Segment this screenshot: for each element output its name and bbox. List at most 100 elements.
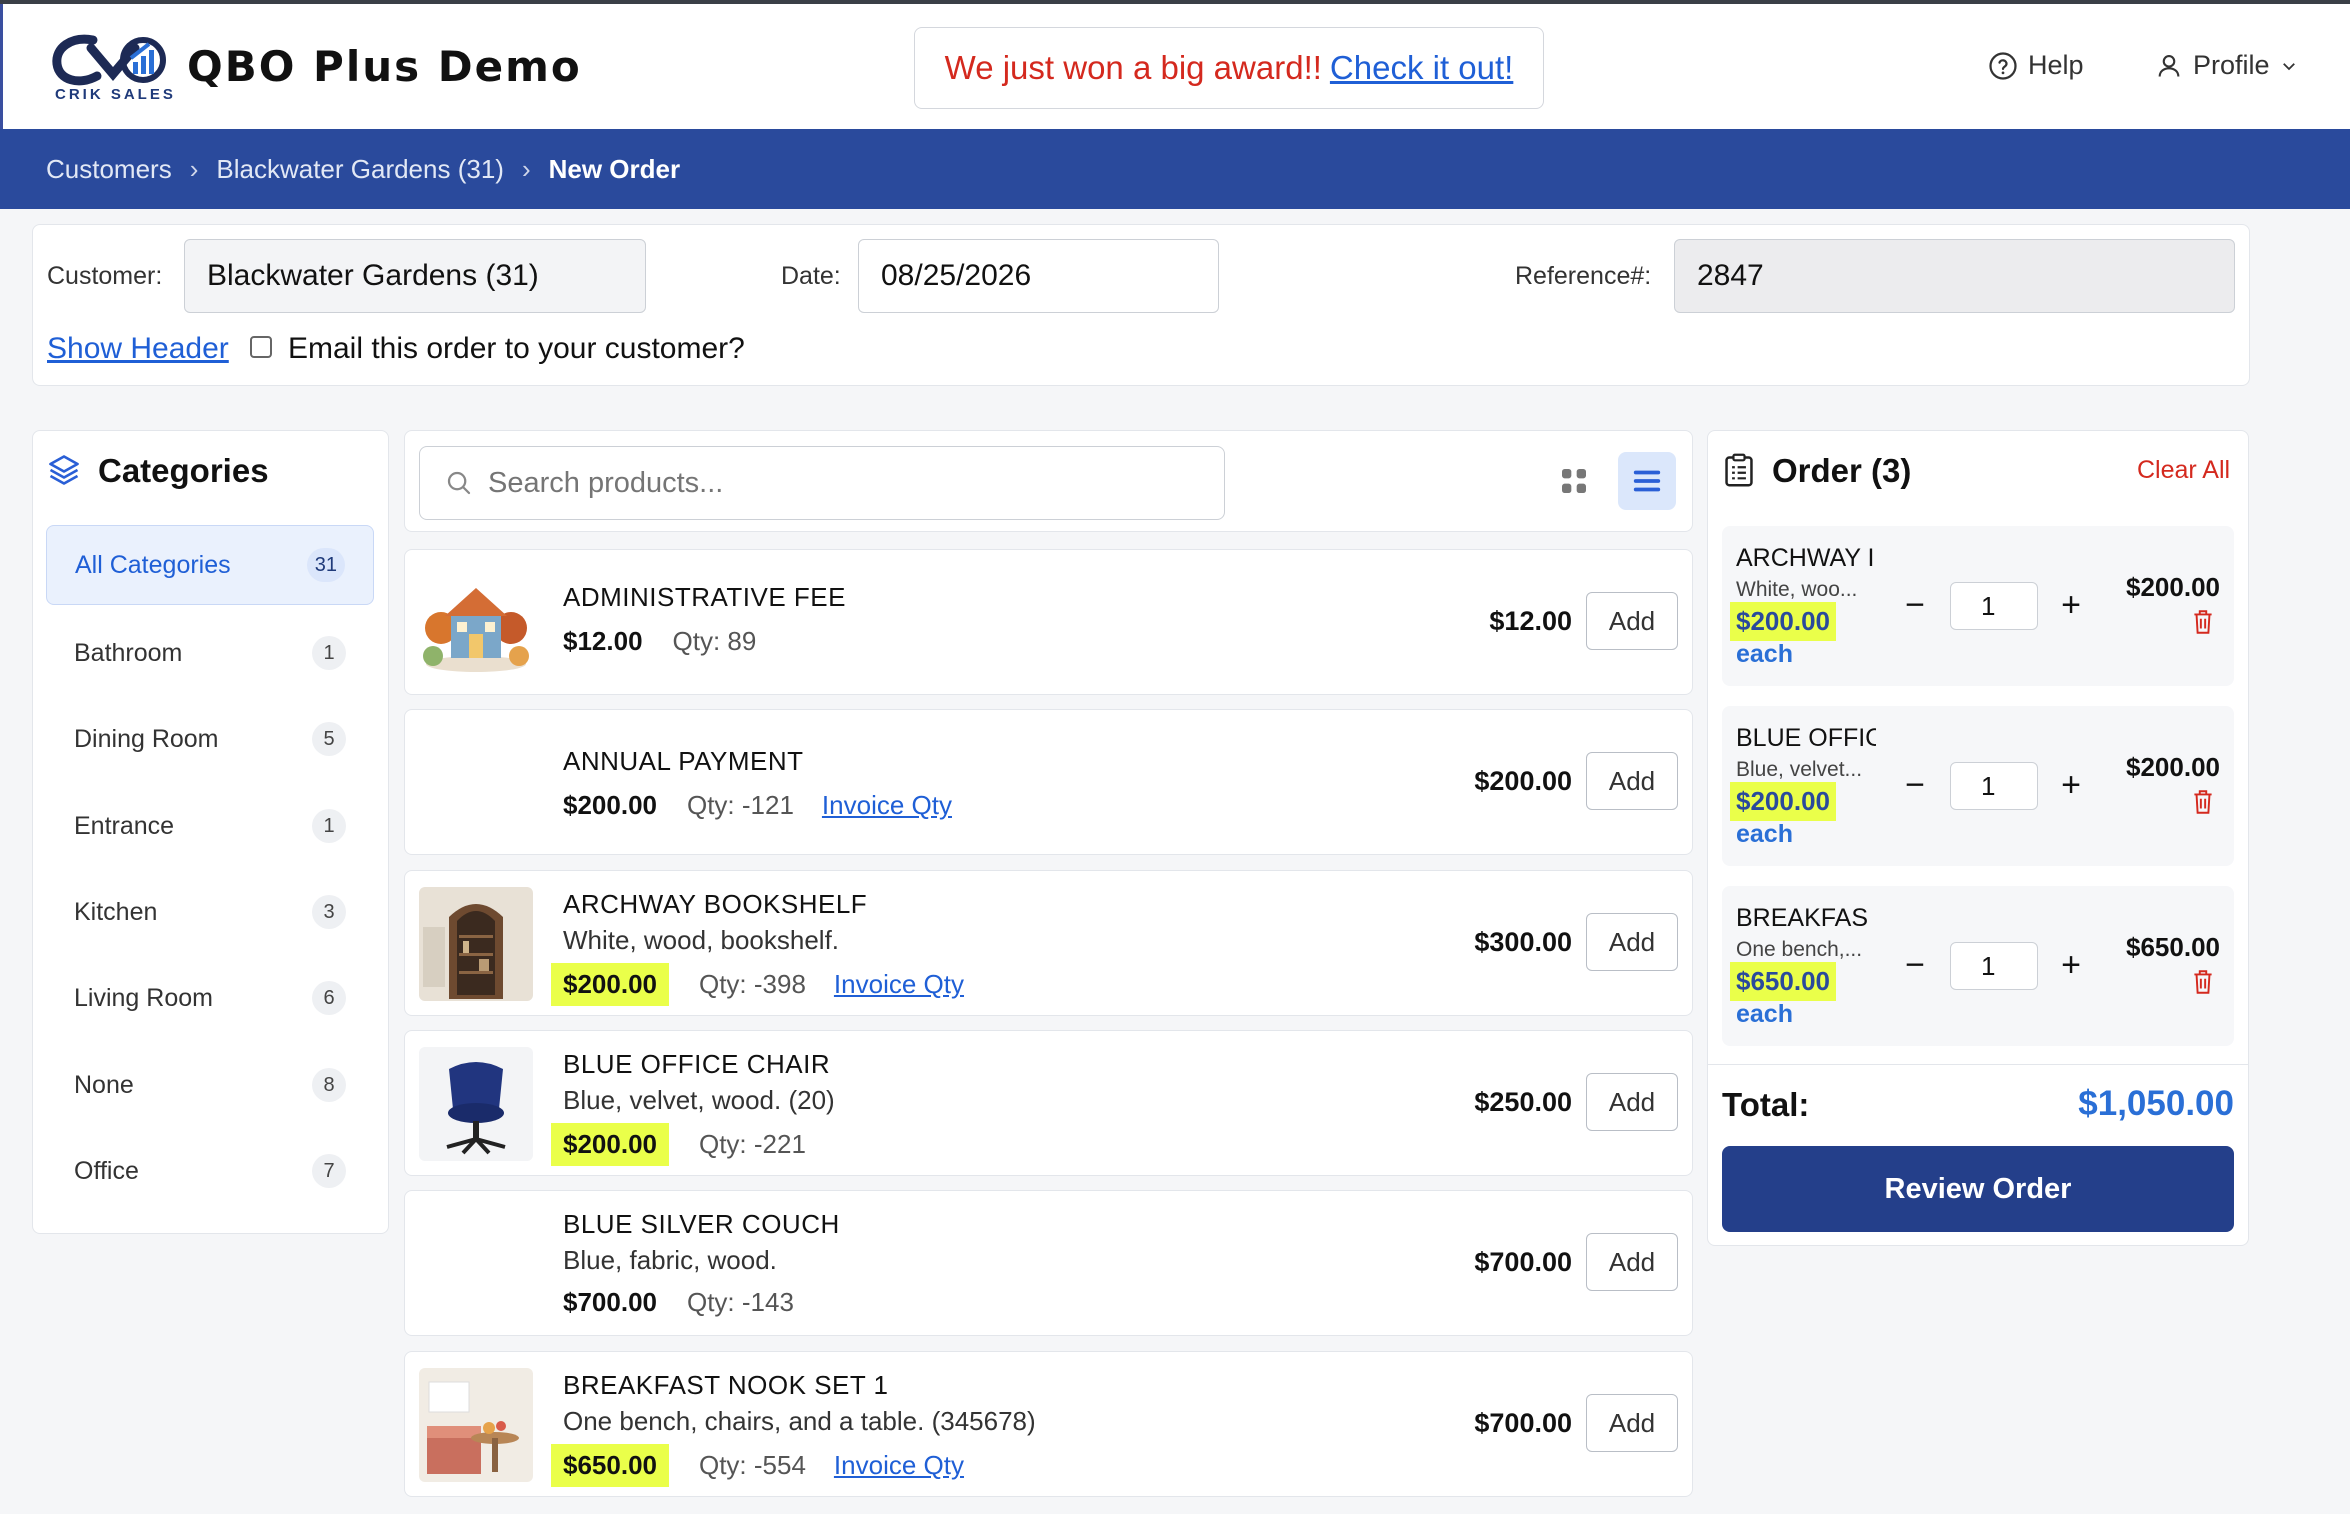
- product-description: Blue, velvet, wood. (20): [563, 1085, 835, 1115]
- order-item-price: $200.00: [1730, 602, 1836, 641]
- increase-qty-button[interactable]: +: [2056, 766, 2086, 805]
- order-item-total: $650.00: [2126, 932, 2220, 962]
- add-button[interactable]: Add: [1586, 592, 1678, 650]
- product-list-price: $700.00: [1474, 1408, 1572, 1438]
- breadcrumb-customers[interactable]: Customers: [46, 154, 172, 185]
- product-row: ANNUAL PAYMENT $200.00 Qty: -121 Invoice…: [404, 709, 1693, 855]
- product-image-placeholder: [419, 1207, 533, 1321]
- product-description: One bench, chairs, and a table. (345678): [563, 1406, 1036, 1436]
- app-title: QBO Plus Demo: [187, 42, 582, 91]
- category-bathroom[interactable]: Bathroom 1: [46, 613, 374, 693]
- qty-input[interactable]: 1: [1950, 582, 2038, 630]
- category-dining-room[interactable]: Dining Room 5: [46, 699, 374, 779]
- decrease-qty-button[interactable]: −: [1900, 766, 1930, 805]
- category-count: 1: [312, 809, 346, 843]
- order-item-price: $650.00: [1730, 962, 1836, 1001]
- category-label: Bathroom: [74, 638, 183, 667]
- show-header-link[interactable]: Show Header: [47, 332, 229, 366]
- order-item-name: BLUE OFFIC: [1736, 724, 1876, 752]
- category-all[interactable]: All Categories 31: [46, 525, 374, 605]
- category-living-room[interactable]: Living Room 6: [46, 958, 374, 1038]
- qty-input[interactable]: 1: [1950, 942, 2038, 990]
- order-item: BREAKFAS One bench,... $650.00 each − 1 …: [1722, 886, 2234, 1046]
- date-label: Date:: [781, 262, 841, 290]
- order-item-name: ARCHWAY I: [1736, 544, 1875, 572]
- category-label: Entrance: [74, 811, 175, 840]
- invoice-qty-link[interactable]: Invoice Qty: [834, 969, 964, 1000]
- award-banner: We just won a big award!! Check it out!: [914, 27, 1544, 109]
- add-button[interactable]: Add: [1586, 1394, 1678, 1452]
- product-price-line: $200.00 Qty: -398 Invoice Qty: [551, 963, 964, 1006]
- order-item-total: $200.00: [2126, 572, 2220, 602]
- customer-field[interactable]: Blackwater Gardens (31): [184, 239, 646, 313]
- category-entrance[interactable]: Entrance 1: [46, 786, 374, 866]
- review-order-button[interactable]: Review Order: [1722, 1146, 2234, 1232]
- decrease-qty-button[interactable]: −: [1900, 586, 1930, 625]
- product-image-bookshelf: [419, 887, 533, 1001]
- list-icon: [1633, 470, 1661, 492]
- product-row: BLUE OFFICE CHAIR Blue, velvet, wood. (2…: [404, 1030, 1693, 1176]
- product-qty: Qty: -554: [698, 1450, 806, 1480]
- add-button[interactable]: Add: [1586, 913, 1678, 971]
- chevron-right-icon: ›: [189, 153, 199, 184]
- category-kitchen[interactable]: Kitchen 3: [46, 872, 374, 952]
- search-box: [419, 446, 1225, 520]
- product-qty: Qty: -398: [698, 969, 806, 999]
- reference-field[interactable]: 2847: [1674, 239, 2235, 313]
- add-button[interactable]: Add: [1586, 1073, 1678, 1131]
- clipboard-icon: [1725, 453, 1753, 487]
- layers-icon: [49, 455, 79, 485]
- category-count: 3: [312, 895, 346, 929]
- invoice-qty-link[interactable]: Invoice Qty: [834, 1450, 964, 1481]
- order-item-total: $200.00: [2126, 752, 2220, 782]
- date-field[interactable]: 08/25/2026: [858, 239, 1219, 313]
- increase-qty-button[interactable]: +: [2056, 586, 2086, 625]
- user-icon: [2158, 54, 2180, 77]
- product-qty: Qty: -121: [686, 790, 794, 820]
- category-label: All Categories: [75, 550, 231, 579]
- grid-view-button[interactable]: [1545, 452, 1603, 510]
- product-price: $200.00: [551, 963, 669, 1006]
- category-count: 8: [312, 1068, 346, 1102]
- order-divider: [1707, 1064, 2249, 1065]
- help-button[interactable]: Help: [1988, 50, 2084, 81]
- category-count: 1: [312, 636, 346, 670]
- product-list-price: $200.00: [1474, 766, 1572, 796]
- breadcrumb-customer[interactable]: Blackwater Gardens (31): [216, 154, 504, 185]
- customer-label: Customer:: [47, 262, 163, 290]
- product-price-line: $700.00 Qty: -143: [563, 1287, 794, 1318]
- product-name: BLUE SILVER COUCH: [563, 1209, 840, 1239]
- profile-menu[interactable]: Profile: [2155, 50, 2298, 81]
- product-row: ARCHWAY BOOKSHELF White, wood, bookshelf…: [404, 870, 1693, 1016]
- category-label: Kitchen: [74, 897, 158, 926]
- category-label: Living Room: [74, 983, 213, 1012]
- category-count: 6: [312, 981, 346, 1015]
- search-input[interactable]: [488, 466, 1188, 500]
- invoice-qty-link[interactable]: Invoice Qty: [822, 790, 952, 821]
- increase-qty-button[interactable]: +: [2056, 946, 2086, 985]
- trash-icon[interactable]: [2190, 788, 2216, 816]
- email-order-checkbox[interactable]: [250, 336, 272, 358]
- category-none[interactable]: None 8: [46, 1045, 374, 1125]
- list-view-button[interactable]: [1618, 452, 1676, 510]
- trash-icon[interactable]: [2190, 968, 2216, 996]
- categories-title: Categories: [98, 452, 269, 489]
- category-label: Office: [74, 1156, 139, 1185]
- order-item: ARCHWAY I White, woo... $200.00 each − 1…: [1722, 526, 2234, 686]
- category-office[interactable]: Office 7: [46, 1131, 374, 1211]
- clear-all-button[interactable]: Clear All: [2137, 456, 2230, 485]
- award-link[interactable]: Check it out!: [1330, 49, 1513, 87]
- decrease-qty-button[interactable]: −: [1900, 946, 1930, 985]
- category-count: 5: [312, 722, 346, 756]
- product-list-price: $12.00: [1489, 606, 1572, 636]
- add-button[interactable]: Add: [1586, 752, 1678, 810]
- grid-icon: [1562, 469, 1586, 493]
- order-item-unit: each: [1736, 640, 1793, 668]
- product-price: $700.00: [563, 1287, 657, 1317]
- product-price: $200.00: [563, 790, 657, 820]
- qty-input[interactable]: 1: [1950, 762, 2038, 810]
- trash-icon[interactable]: [2190, 608, 2216, 636]
- chevron-down-icon: [2282, 62, 2295, 70]
- add-button[interactable]: Add: [1586, 1233, 1678, 1291]
- product-list-price: $700.00: [1474, 1247, 1572, 1277]
